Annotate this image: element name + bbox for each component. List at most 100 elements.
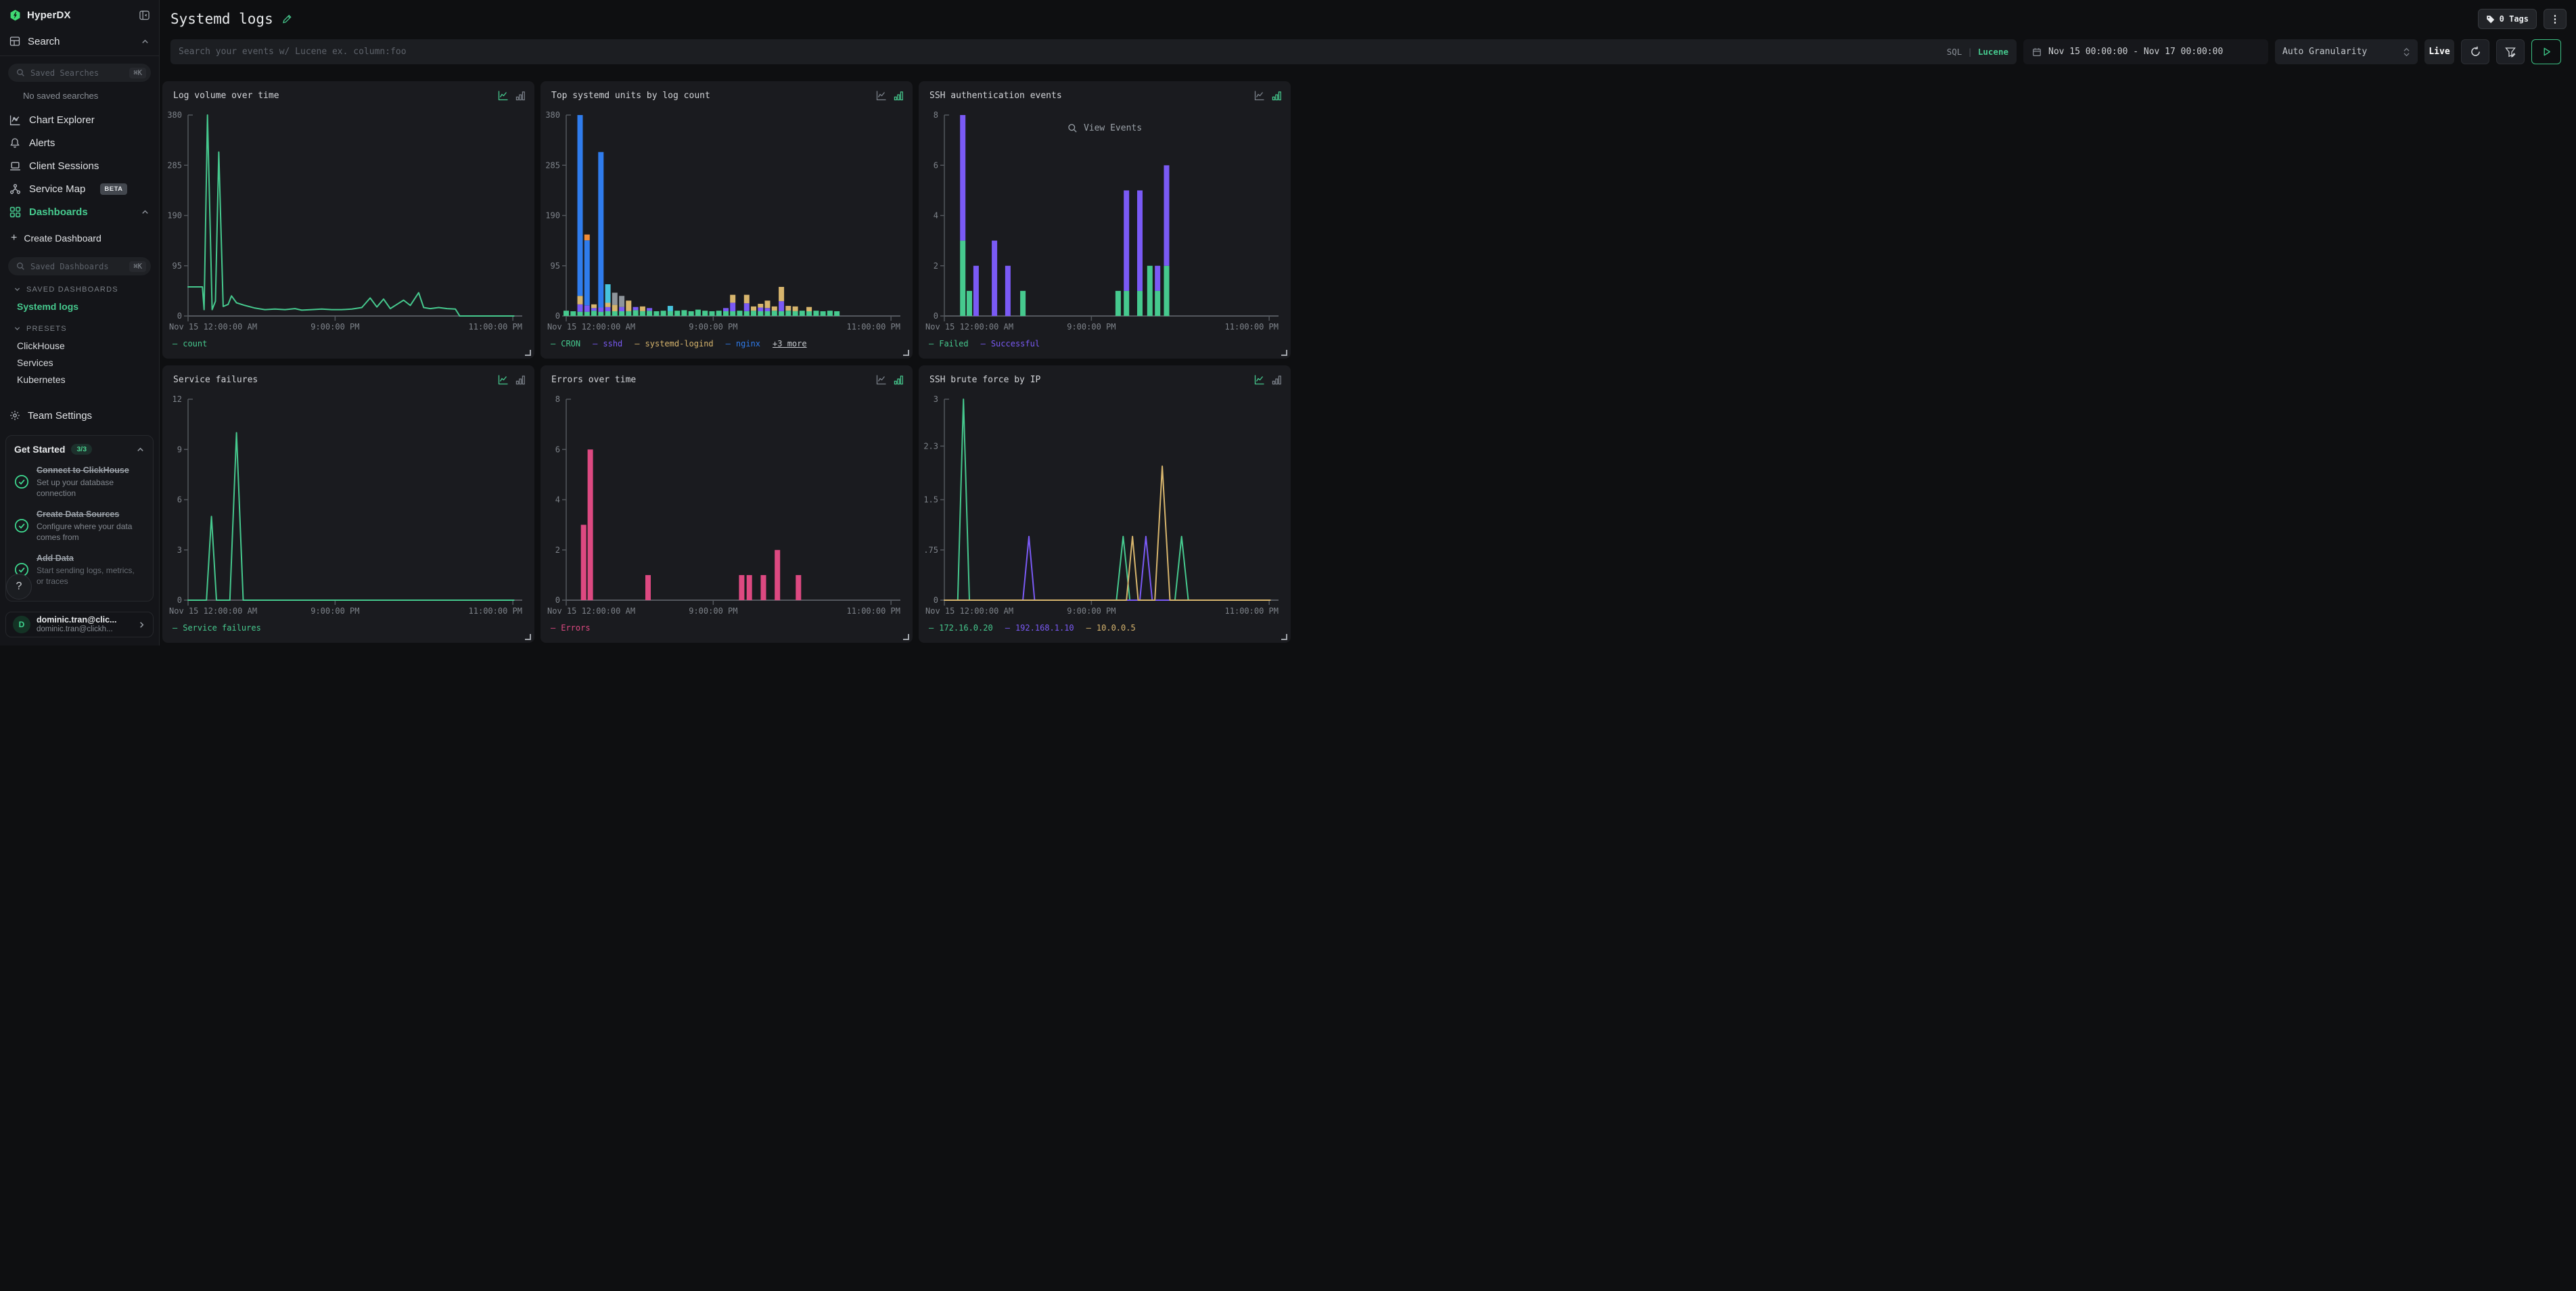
line-chart-toggle-icon[interactable] bbox=[876, 374, 887, 385]
line-chart-toggle-icon[interactable] bbox=[498, 90, 509, 101]
legend-more-link[interactable]: +3 more bbox=[773, 339, 807, 348]
date-range-picker[interactable]: Nov 15 00:00:00 - Nov 17 00:00:00 bbox=[2023, 39, 2268, 64]
sidebar-sections: SAVED DASHBOARDSSystemd logs PRESETSClick… bbox=[0, 281, 159, 388]
resize-handle[interactable] bbox=[1281, 634, 1287, 640]
chart-plot[interactable]: 86420Nov 15 12:00:00 AM9:00:00 PM11:00:0… bbox=[924, 110, 1285, 334]
search-section-icon bbox=[9, 36, 20, 47]
bar-chart-toggle-icon[interactable] bbox=[515, 375, 526, 385]
legend-item[interactable]: —systemd-logind bbox=[635, 339, 713, 348]
bar-chart-toggle-icon[interactable] bbox=[1272, 375, 1282, 385]
sidebar-item-client-sessions[interactable]: Client Sessions bbox=[0, 154, 159, 177]
svg-text:8: 8 bbox=[934, 110, 938, 120]
resize-handle[interactable] bbox=[525, 634, 531, 640]
lang-separator: | bbox=[1967, 47, 1973, 57]
legend-item[interactable]: —192.168.1.10 bbox=[1005, 623, 1074, 633]
sidebar-item-team-settings[interactable]: Team Settings bbox=[0, 404, 159, 427]
chart-legend: —Failed —Successful bbox=[929, 339, 1040, 348]
chart-explorer-icon bbox=[9, 114, 21, 126]
refresh-icon bbox=[2470, 46, 2481, 58]
legend-item[interactable]: —Service failures bbox=[172, 623, 261, 633]
saved-searches-search[interactable]: ⌘K bbox=[8, 64, 151, 82]
legend-item[interactable]: —Successful bbox=[981, 339, 1040, 348]
legend-item[interactable]: —Errors bbox=[551, 623, 591, 633]
svg-text:285: 285 bbox=[546, 160, 560, 170]
chart-plot[interactable]: 380285190950Nov 15 12:00:00 AM9:00:00 PM… bbox=[546, 110, 907, 334]
sidebar-item-kubernetes[interactable]: Kubernetes bbox=[0, 371, 159, 388]
sidebar-item-dashboards[interactable]: Dashboards bbox=[0, 200, 159, 223]
granularity-select[interactable]: Auto Granularity bbox=[2275, 39, 2418, 64]
svg-text:9:00:00 PM: 9:00:00 PM bbox=[689, 606, 737, 616]
resize-handle[interactable] bbox=[1281, 350, 1287, 356]
svg-text:4: 4 bbox=[934, 211, 938, 221]
chevron-up-icon[interactable] bbox=[141, 37, 150, 46]
chart-panel-2: Top systemd units by log count3802851909… bbox=[540, 81, 913, 359]
bar-chart-toggle-icon[interactable] bbox=[894, 375, 904, 385]
line-chart-toggle-icon[interactable] bbox=[1254, 374, 1265, 385]
sql-toggle[interactable]: SQL bbox=[1947, 47, 1962, 57]
svg-text:95: 95 bbox=[551, 261, 560, 271]
chart-plot[interactable]: 86420Nov 15 12:00:00 AM9:00:00 PM11:00:0… bbox=[546, 394, 907, 618]
sidebar-item-services[interactable]: Services bbox=[0, 354, 159, 371]
line-chart-toggle-icon[interactable] bbox=[876, 90, 887, 101]
resize-handle[interactable] bbox=[903, 634, 909, 640]
live-button[interactable]: Live bbox=[2424, 39, 2454, 64]
sidebar-item-clickhouse[interactable]: ClickHouse bbox=[0, 337, 159, 354]
filter-button[interactable] bbox=[2496, 39, 2525, 64]
tags-button[interactable]: 0 Tags bbox=[2478, 9, 2537, 29]
help-button[interactable]: ? bbox=[6, 574, 32, 599]
refresh-button[interactable] bbox=[2461, 39, 2489, 64]
create-dashboard-button[interactable]: + Create Dashboard bbox=[0, 227, 159, 250]
chevron-right-icon bbox=[137, 620, 146, 629]
chart-plot[interactable]: 380285190950Nov 15 12:00:00 AM9:00:00 PM… bbox=[168, 110, 529, 334]
chart-plot[interactable]: 129630Nov 15 12:00:00 AM9:00:00 PM11:00:… bbox=[168, 394, 529, 618]
legend-item[interactable]: —nginx bbox=[726, 339, 760, 348]
svg-text:Nov 15 12:00:00 AM: Nov 15 12:00:00 AM bbox=[925, 606, 1013, 616]
edit-title-icon[interactable] bbox=[281, 14, 292, 24]
svg-text:12: 12 bbox=[172, 394, 182, 404]
legend-item[interactable]: —172.16.0.20 bbox=[929, 623, 993, 633]
collapse-sidebar-icon[interactable] bbox=[139, 10, 150, 20]
hyperdx-logo-icon bbox=[9, 9, 21, 21]
chevron-up-icon bbox=[141, 208, 150, 217]
chevron-down-icon bbox=[14, 325, 21, 332]
sidebar-nav: Chart ExplorerAlertsClient SessionsServi… bbox=[0, 108, 159, 223]
sidebar-item-chart-explorer[interactable]: Chart Explorer bbox=[0, 108, 159, 131]
chevron-up-icon[interactable] bbox=[136, 445, 145, 454]
chart-title: SSH brute force by IP bbox=[929, 375, 1040, 385]
resize-handle[interactable] bbox=[903, 350, 909, 356]
dashboard-menu-button[interactable]: ⋮ bbox=[2544, 9, 2567, 29]
saved-dashboards-input[interactable] bbox=[30, 262, 124, 271]
sidebar-item-service-map[interactable]: Service MapBETA bbox=[0, 177, 159, 200]
saved-dashboards-search[interactable]: ⌘K bbox=[8, 257, 151, 275]
line-chart-toggle-icon[interactable] bbox=[1254, 90, 1265, 101]
charts-grid: Log volume over time380285190950Nov 15 1… bbox=[162, 81, 2576, 643]
svg-text:2.3: 2.3 bbox=[924, 441, 938, 451]
user-menu[interactable]: D dominic.tran@clic... dominic.tran@clic… bbox=[5, 612, 154, 637]
get-started-item[interactable]: Create Data SourcesConfigure where your … bbox=[14, 508, 145, 543]
get-started-item[interactable]: Add DataStart sending logs, metrics, or … bbox=[14, 552, 145, 587]
svg-text:0: 0 bbox=[934, 595, 938, 605]
sidebar-item-search[interactable]: Search bbox=[0, 30, 159, 53]
resize-handle[interactable] bbox=[525, 350, 531, 356]
legend-item[interactable]: —CRON bbox=[551, 339, 580, 348]
get-started-item[interactable]: Connect to ClickHouseSet up your databas… bbox=[14, 464, 145, 499]
bar-chart-toggle-icon[interactable] bbox=[515, 91, 526, 101]
lucene-toggle[interactable]: Lucene bbox=[1978, 47, 2008, 57]
sidebar-item-alerts[interactable]: Alerts bbox=[0, 131, 159, 154]
sidebar-item-systemd-logs[interactable]: Systemd logs bbox=[0, 298, 159, 315]
svg-text:Nov 15 12:00:00 AM: Nov 15 12:00:00 AM bbox=[547, 606, 635, 616]
chart-plot[interactable]: 32.31.50.750Nov 15 12:00:00 AM9:00:00 PM… bbox=[924, 394, 1285, 618]
legend-item[interactable]: —count bbox=[172, 339, 207, 348]
event-search-input[interactable] bbox=[179, 47, 1947, 57]
saved-searches-input[interactable] bbox=[30, 68, 124, 78]
bar-chart-toggle-icon[interactable] bbox=[894, 91, 904, 101]
svg-text:4: 4 bbox=[555, 495, 560, 505]
legend-item[interactable]: —10.0.0.5 bbox=[1086, 623, 1136, 633]
legend-item[interactable]: —sshd bbox=[593, 339, 622, 348]
bar-chart-toggle-icon[interactable] bbox=[1272, 91, 1282, 101]
section-label-saved-dashboards[interactable]: SAVED DASHBOARDS bbox=[0, 281, 159, 298]
section-label-presets[interactable]: PRESETS bbox=[0, 320, 159, 337]
line-chart-toggle-icon[interactable] bbox=[498, 374, 509, 385]
run-query-button[interactable] bbox=[2531, 39, 2561, 64]
legend-item[interactable]: —Failed bbox=[929, 339, 969, 348]
